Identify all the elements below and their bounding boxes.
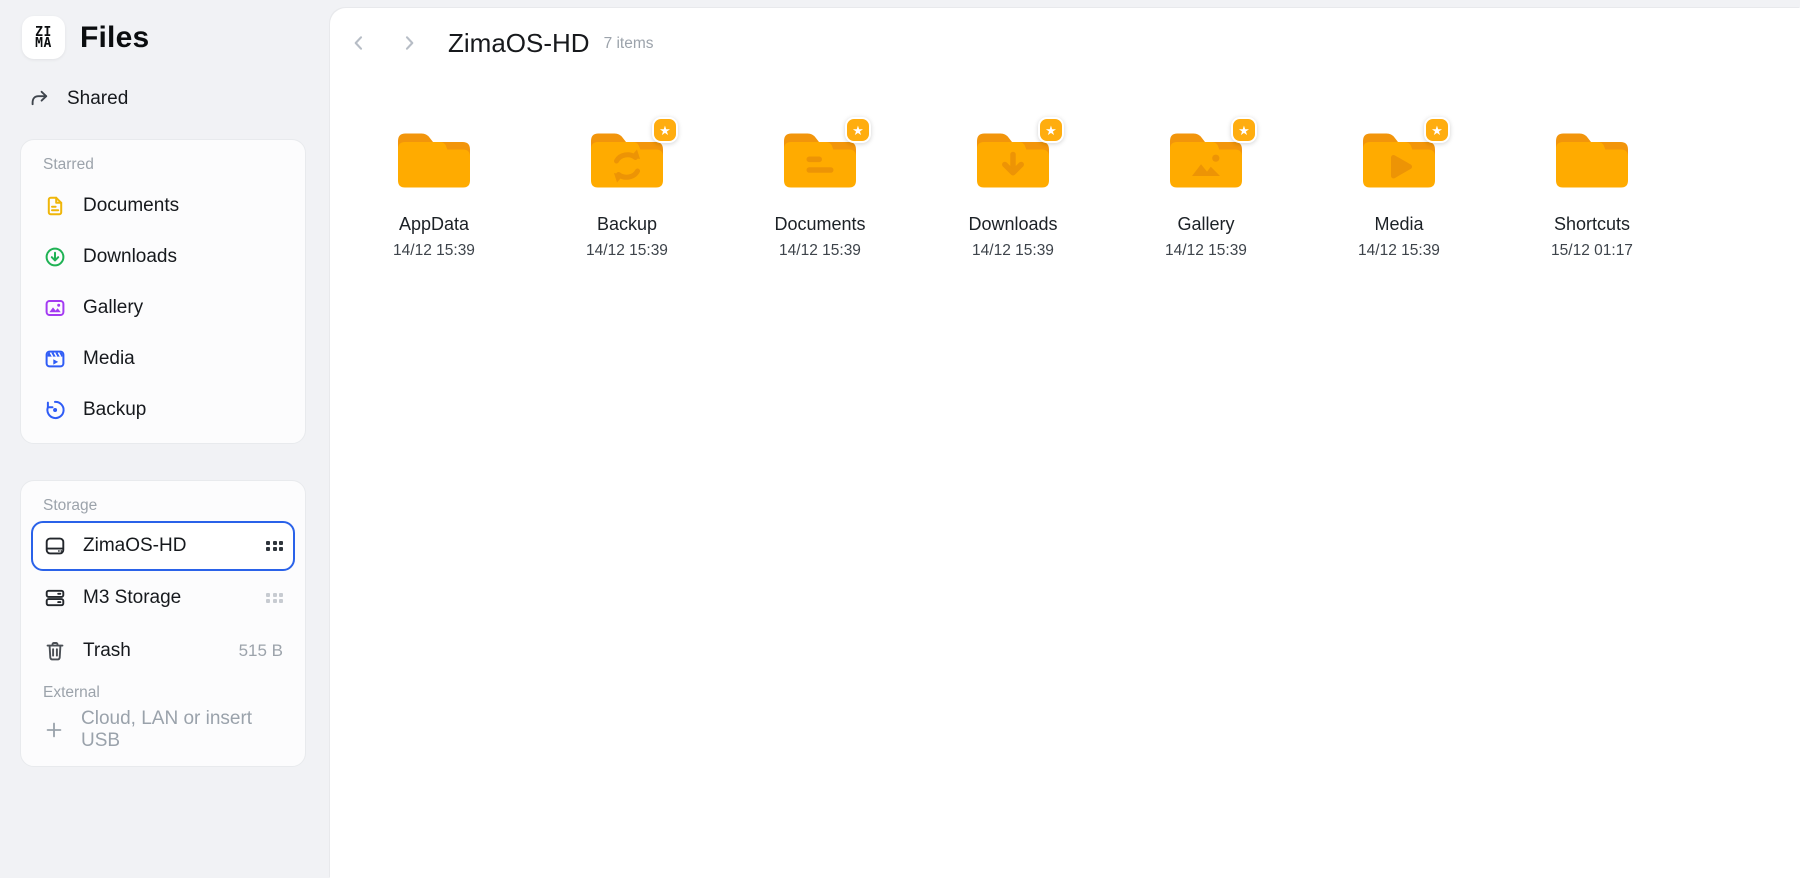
main-header: ZimaOS-HD 7 items bbox=[330, 8, 1800, 60]
storage-device-m3-storage[interactable]: M3 Storage bbox=[31, 573, 295, 623]
star-badge-icon: ★ bbox=[1231, 117, 1257, 143]
folder-icon-wrap bbox=[1552, 128, 1632, 192]
storage-card: Storage ZimaOS-HD M3 Storage Trash 515 B… bbox=[20, 480, 306, 767]
back-button[interactable] bbox=[342, 26, 376, 60]
storage-device-zimaos-hd[interactable]: ZimaOS-HD bbox=[31, 521, 295, 571]
folder-date: 14/12 15:39 bbox=[1358, 242, 1440, 260]
trash-label: Trash bbox=[83, 640, 131, 662]
folder-name: AppData bbox=[399, 214, 469, 235]
folder-icon-wrap: ★ bbox=[587, 128, 667, 192]
trash-size: 515 B bbox=[239, 641, 283, 661]
folder-tile-gallery[interactable]: ★ Gallery 14/12 15:39 bbox=[1136, 128, 1276, 260]
sidebar-item-label: Media bbox=[83, 348, 135, 370]
folder-tile-shortcuts[interactable]: Shortcuts 15/12 01:17 bbox=[1522, 128, 1662, 260]
hard-drive-icon bbox=[43, 534, 67, 558]
device-label: ZimaOS-HD bbox=[83, 535, 186, 557]
apps-grid-icon[interactable] bbox=[266, 541, 283, 552]
plus-icon bbox=[43, 719, 65, 741]
main-panel: ZimaOS-HD 7 items AppData 14/12 15:39 ★ … bbox=[330, 8, 1800, 878]
zima-logo-icon: ZI MA bbox=[22, 16, 65, 59]
gallery-icon bbox=[43, 296, 67, 320]
folder-name: Backup bbox=[597, 214, 657, 235]
folder-date: 15/12 01:17 bbox=[1551, 242, 1633, 260]
sidebar-item-shared[interactable]: Shared bbox=[28, 81, 306, 117]
folder-date: 14/12 15:39 bbox=[972, 242, 1054, 260]
page-title: ZimaOS-HD bbox=[448, 26, 590, 60]
forward-button[interactable] bbox=[392, 26, 426, 60]
folder-date: 14/12 15:39 bbox=[586, 242, 668, 260]
sidebar: ZI MA Files Shared Starred Documents Dow… bbox=[0, 0, 330, 878]
sidebar-item-label: Downloads bbox=[83, 246, 177, 268]
sidebar-item-label: Gallery bbox=[83, 297, 143, 319]
app-brand: ZI MA Files bbox=[20, 16, 306, 59]
document-icon bbox=[43, 194, 67, 218]
folder-tile-media[interactable]: ★ Media 14/12 15:39 bbox=[1329, 128, 1469, 260]
media-clapper-icon bbox=[43, 347, 67, 371]
sidebar-item-backup[interactable]: Backup bbox=[35, 384, 291, 435]
download-circle-icon bbox=[43, 245, 67, 269]
external-section-label: External bbox=[43, 684, 291, 702]
star-badge-icon: ★ bbox=[652, 117, 678, 143]
folder-name: Shortcuts bbox=[1554, 214, 1630, 235]
sidebar-item-media[interactable]: Media bbox=[35, 333, 291, 384]
folder-date: 14/12 15:39 bbox=[1165, 242, 1247, 260]
server-icon bbox=[43, 586, 67, 610]
sidebar-item-downloads[interactable]: Downloads bbox=[35, 231, 291, 282]
add-external-button[interactable]: Cloud, LAN or insert USB bbox=[35, 708, 291, 752]
apps-grid-icon[interactable] bbox=[266, 593, 283, 604]
starred-section-label: Starred bbox=[43, 156, 291, 174]
folder-name: Gallery bbox=[1177, 214, 1234, 235]
folder-icon-wrap: ★ bbox=[973, 128, 1053, 192]
folder-icon-wrap: ★ bbox=[1359, 128, 1439, 192]
chevron-left-icon bbox=[348, 32, 370, 54]
sidebar-item-label: Backup bbox=[83, 399, 146, 421]
folder-grid: AppData 14/12 15:39 ★ Backup 14/12 15:39… bbox=[364, 128, 1800, 260]
folder-icon-wrap: ★ bbox=[1166, 128, 1246, 192]
logo-line-2: MA bbox=[35, 38, 52, 49]
folder-tile-appdata[interactable]: AppData 14/12 15:39 bbox=[364, 128, 504, 260]
folder-name: Downloads bbox=[968, 214, 1057, 235]
sidebar-item-gallery[interactable]: Gallery bbox=[35, 282, 291, 333]
star-badge-icon: ★ bbox=[1038, 117, 1064, 143]
sidebar-item-trash[interactable]: Trash 515 B bbox=[35, 625, 291, 676]
folder-tile-backup[interactable]: ★ Backup 14/12 15:39 bbox=[557, 128, 697, 260]
folder-icon-wrap: ★ bbox=[780, 128, 860, 192]
folder-icon-wrap bbox=[394, 128, 474, 192]
folder-icon bbox=[394, 128, 474, 192]
starred-card: Starred Documents Downloads Gallery Medi… bbox=[20, 139, 306, 444]
device-list: ZimaOS-HD M3 Storage bbox=[35, 521, 291, 623]
backup-restore-icon bbox=[43, 398, 67, 422]
star-badge-icon: ★ bbox=[845, 117, 871, 143]
storage-section-label: Storage bbox=[43, 497, 291, 515]
app-title: Files bbox=[80, 21, 149, 55]
starred-list: Documents Downloads Gallery Media Backup bbox=[35, 180, 291, 435]
folder-date: 14/12 15:39 bbox=[393, 242, 475, 260]
folder-name: Media bbox=[1374, 214, 1423, 235]
add-external-label: Cloud, LAN or insert USB bbox=[81, 708, 283, 752]
trash-icon bbox=[43, 639, 67, 663]
folder-tile-downloads[interactable]: ★ Downloads 14/12 15:39 bbox=[943, 128, 1083, 260]
folder-icon bbox=[1552, 128, 1632, 192]
sidebar-item-label: Documents bbox=[83, 195, 179, 217]
shared-label: Shared bbox=[67, 88, 128, 110]
chevron-right-icon bbox=[398, 32, 420, 54]
star-badge-icon: ★ bbox=[1424, 117, 1450, 143]
device-label: M3 Storage bbox=[83, 587, 181, 609]
sidebar-item-documents[interactable]: Documents bbox=[35, 180, 291, 231]
share-arrow-icon bbox=[28, 87, 52, 111]
folder-date: 14/12 15:39 bbox=[779, 242, 861, 260]
folder-tile-documents[interactable]: ★ Documents 14/12 15:39 bbox=[750, 128, 890, 260]
items-count: 7 items bbox=[604, 35, 654, 53]
folder-name: Documents bbox=[774, 214, 865, 235]
